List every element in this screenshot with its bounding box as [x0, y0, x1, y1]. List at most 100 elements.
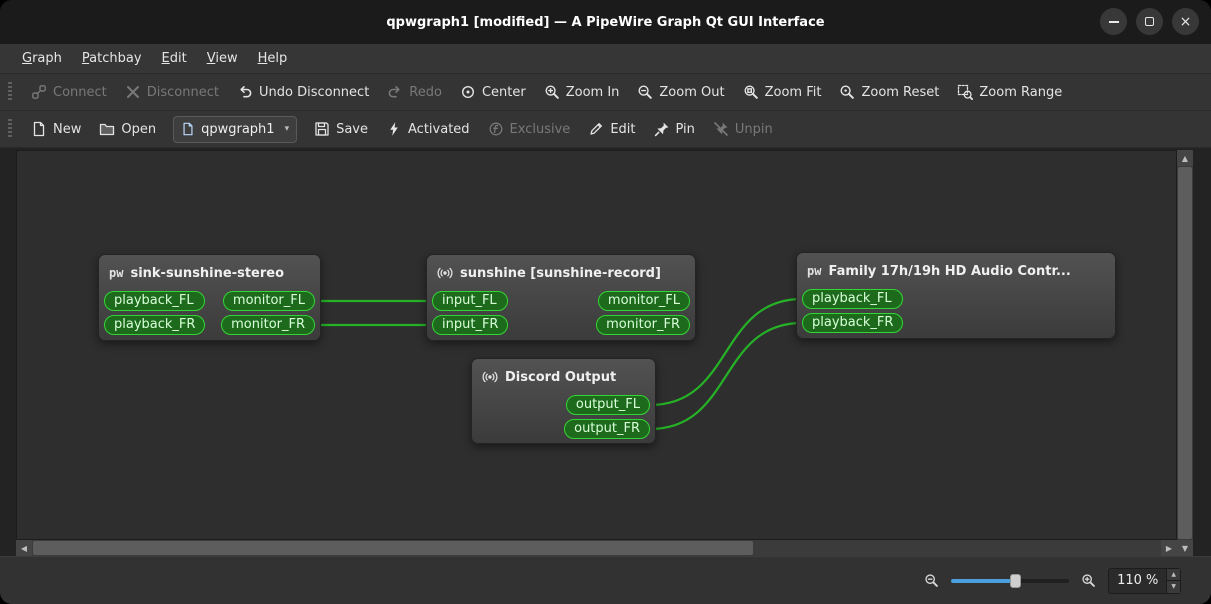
speaker-icon [482, 369, 498, 385]
toolbar-button-label: Exclusive [509, 121, 571, 137]
toolbar-button-label: Zoom In [565, 84, 620, 100]
node-title-text: Discord Output [505, 369, 617, 385]
maximize-icon [1145, 17, 1154, 26]
toolbar-button-zoom-range[interactable]: Zoom Range [948, 79, 1071, 105]
port-playback-fl[interactable]: playback_FL [104, 291, 206, 311]
pipewire-icon: pw [807, 264, 822, 278]
toolbar-button-label: Center [481, 84, 526, 100]
toolbar-drag-handle[interactable] [8, 82, 12, 102]
toolbar-button-disconnect: Disconnect [116, 79, 228, 105]
graph-node-discord-output[interactable]: Discord Output output_FL output_FR [471, 358, 656, 444]
exclusive-icon [488, 121, 504, 137]
toolbar-button-open[interactable]: Open [90, 116, 165, 142]
titlebar: qpwgraph1 [modified] — A PipeWire Graph … [0, 0, 1211, 44]
graph-node-sunshine-record[interactable]: sunshine [sunshine-record] input_FL inpu… [426, 254, 696, 341]
minimize-button[interactable] [1100, 8, 1127, 35]
scroll-right-icon[interactable]: ▶ [1161, 540, 1177, 556]
port-monitor-fl[interactable]: monitor_FL [597, 291, 690, 311]
menu-patchbay[interactable]: Patchbay [72, 47, 152, 70]
zoom-fit-icon [743, 84, 759, 100]
node-title-text: Family 17h/19h HD Audio Contr... [828, 263, 1071, 279]
horizontal-scrollbar-thumb[interactable] [33, 541, 753, 555]
port-output-fr[interactable]: output_FR [564, 419, 650, 439]
toolbar-button-label: Redo [409, 84, 442, 100]
close-button[interactable]: × [1172, 8, 1199, 35]
zoom-slider[interactable] [951, 573, 1070, 589]
port-output-fl[interactable]: output_FL [565, 395, 650, 415]
scroll-up-icon[interactable]: ▲ [1177, 150, 1193, 166]
toolbar-button-zoom-in[interactable]: Zoom In [535, 79, 629, 105]
toolbar-button-redo: Redo [378, 79, 451, 105]
toolbar-button-exclusive: Exclusive [479, 116, 580, 142]
node-title: pw Family 17h/19h HD Audio Contr... [797, 253, 1115, 287]
window-title: qpwgraph1 [modified] — A PipeWire Graph … [386, 14, 825, 30]
toolbar-button-zoom-out[interactable]: Zoom Out [628, 79, 733, 105]
patchbay-file-icon [181, 122, 195, 136]
toolbar-button-center[interactable]: Center [451, 79, 535, 105]
port-monitor-fr[interactable]: monitor_FR [596, 315, 690, 335]
port-input-fr[interactable]: input_FR [432, 315, 509, 335]
patchbay-combo-value: qpwgraph1 [201, 121, 275, 137]
toolbar-file: New Open qpwgraph1 ▾ Save Activated Excl… [0, 111, 1211, 148]
speaker-icon [437, 265, 453, 281]
port-playback-fr[interactable]: playback_FR [104, 315, 206, 335]
patchbay-selector-combo[interactable]: qpwgraph1 ▾ [173, 115, 298, 143]
toolbar-button-edit[interactable]: Edit [579, 116, 644, 142]
menu-help[interactable]: Help [248, 47, 298, 70]
port-input-fl[interactable]: input_FL [432, 291, 509, 311]
zoom-value[interactable]: 110 % [1109, 573, 1166, 588]
port-playback-fl[interactable]: playback_FL [802, 289, 904, 309]
window-controls: × [1100, 8, 1199, 35]
graph-canvas[interactable]: pw sink-sunshine-stereo playback_FL play… [16, 150, 1177, 540]
spin-up-icon[interactable]: ▲ [1167, 568, 1180, 581]
spinbox-arrows: ▲ ▼ [1166, 568, 1180, 593]
undo-icon [237, 84, 253, 100]
zoom-range-icon [957, 84, 974, 100]
zoom-slider-handle[interactable] [1009, 573, 1021, 588]
menu-view[interactable]: View [197, 47, 248, 70]
vertical-scrollbar-thumb[interactable] [1178, 167, 1192, 539]
lightning-icon [386, 121, 402, 137]
graph-node-sink-sunshine-stereo[interactable]: pw sink-sunshine-stereo playback_FL play… [98, 254, 321, 341]
zoom-slider-fill [951, 578, 1016, 583]
menubar: Graph Patchbay Edit View Help [0, 44, 1211, 74]
scroll-left-icon[interactable]: ◀ [16, 540, 32, 556]
node-title-text: sunshine [sunshine-record] [460, 265, 661, 281]
zoom-spinbox[interactable]: 110 % ▲ ▼ [1108, 567, 1181, 594]
port-monitor-fr[interactable]: monitor_FR [221, 315, 315, 335]
toolbar-button-save[interactable]: Save [305, 116, 377, 142]
toolbar-button-zoom-fit[interactable]: Zoom Fit [734, 79, 831, 105]
spin-down-icon[interactable]: ▼ [1167, 581, 1180, 593]
close-icon: × [1179, 13, 1192, 30]
node-title-text: sink-sunshine-stereo [130, 265, 285, 281]
toolbar-button-label: Edit [610, 121, 636, 137]
disconnect-icon [125, 84, 141, 100]
node-title: sunshine [sunshine-record] [427, 255, 695, 289]
toolbar-button-undo-disconnect[interactable]: Undo Disconnect [228, 79, 378, 105]
node-title: pw sink-sunshine-stereo [99, 255, 320, 289]
toolbar-drag-handle[interactable] [8, 119, 12, 139]
port-playback-fr[interactable]: playback_FR [802, 313, 904, 333]
zoom-out-icon [637, 84, 653, 100]
zoom-in-small-icon[interactable] [1081, 573, 1096, 588]
menu-graph[interactable]: Graph [12, 47, 72, 70]
toolbar-button-zoom-reset[interactable]: Zoom Reset [830, 79, 948, 105]
toolbar-button-label: Undo Disconnect [258, 84, 370, 100]
pin-icon [654, 121, 670, 137]
toolbar-button-activated[interactable]: Activated [377, 116, 479, 142]
open-folder-icon [99, 121, 115, 137]
port-monitor-fl[interactable]: monitor_FL [222, 291, 315, 311]
connection-wires [314, 297, 803, 431]
statusbar: 110 % ▲ ▼ [0, 556, 1211, 604]
toolbar-button-new[interactable]: New [22, 116, 90, 142]
toolbar-button-label: Zoom Reset [861, 84, 940, 100]
maximize-button[interactable] [1136, 8, 1163, 35]
horizontal-scrollbar[interactable]: ◀ ▶ [16, 540, 1177, 556]
zoom-out-small-icon[interactable] [924, 573, 939, 588]
zoom-reset-icon [839, 84, 855, 100]
vertical-scrollbar[interactable]: ▲ ▼ [1177, 150, 1193, 556]
toolbar-button-pin[interactable]: Pin [645, 116, 704, 142]
menu-edit[interactable]: Edit [152, 47, 197, 70]
scroll-down-icon[interactable]: ▼ [1177, 540, 1193, 556]
graph-node-family-hd-audio[interactable]: pw Family 17h/19h HD Audio Contr... play… [796, 252, 1116, 339]
